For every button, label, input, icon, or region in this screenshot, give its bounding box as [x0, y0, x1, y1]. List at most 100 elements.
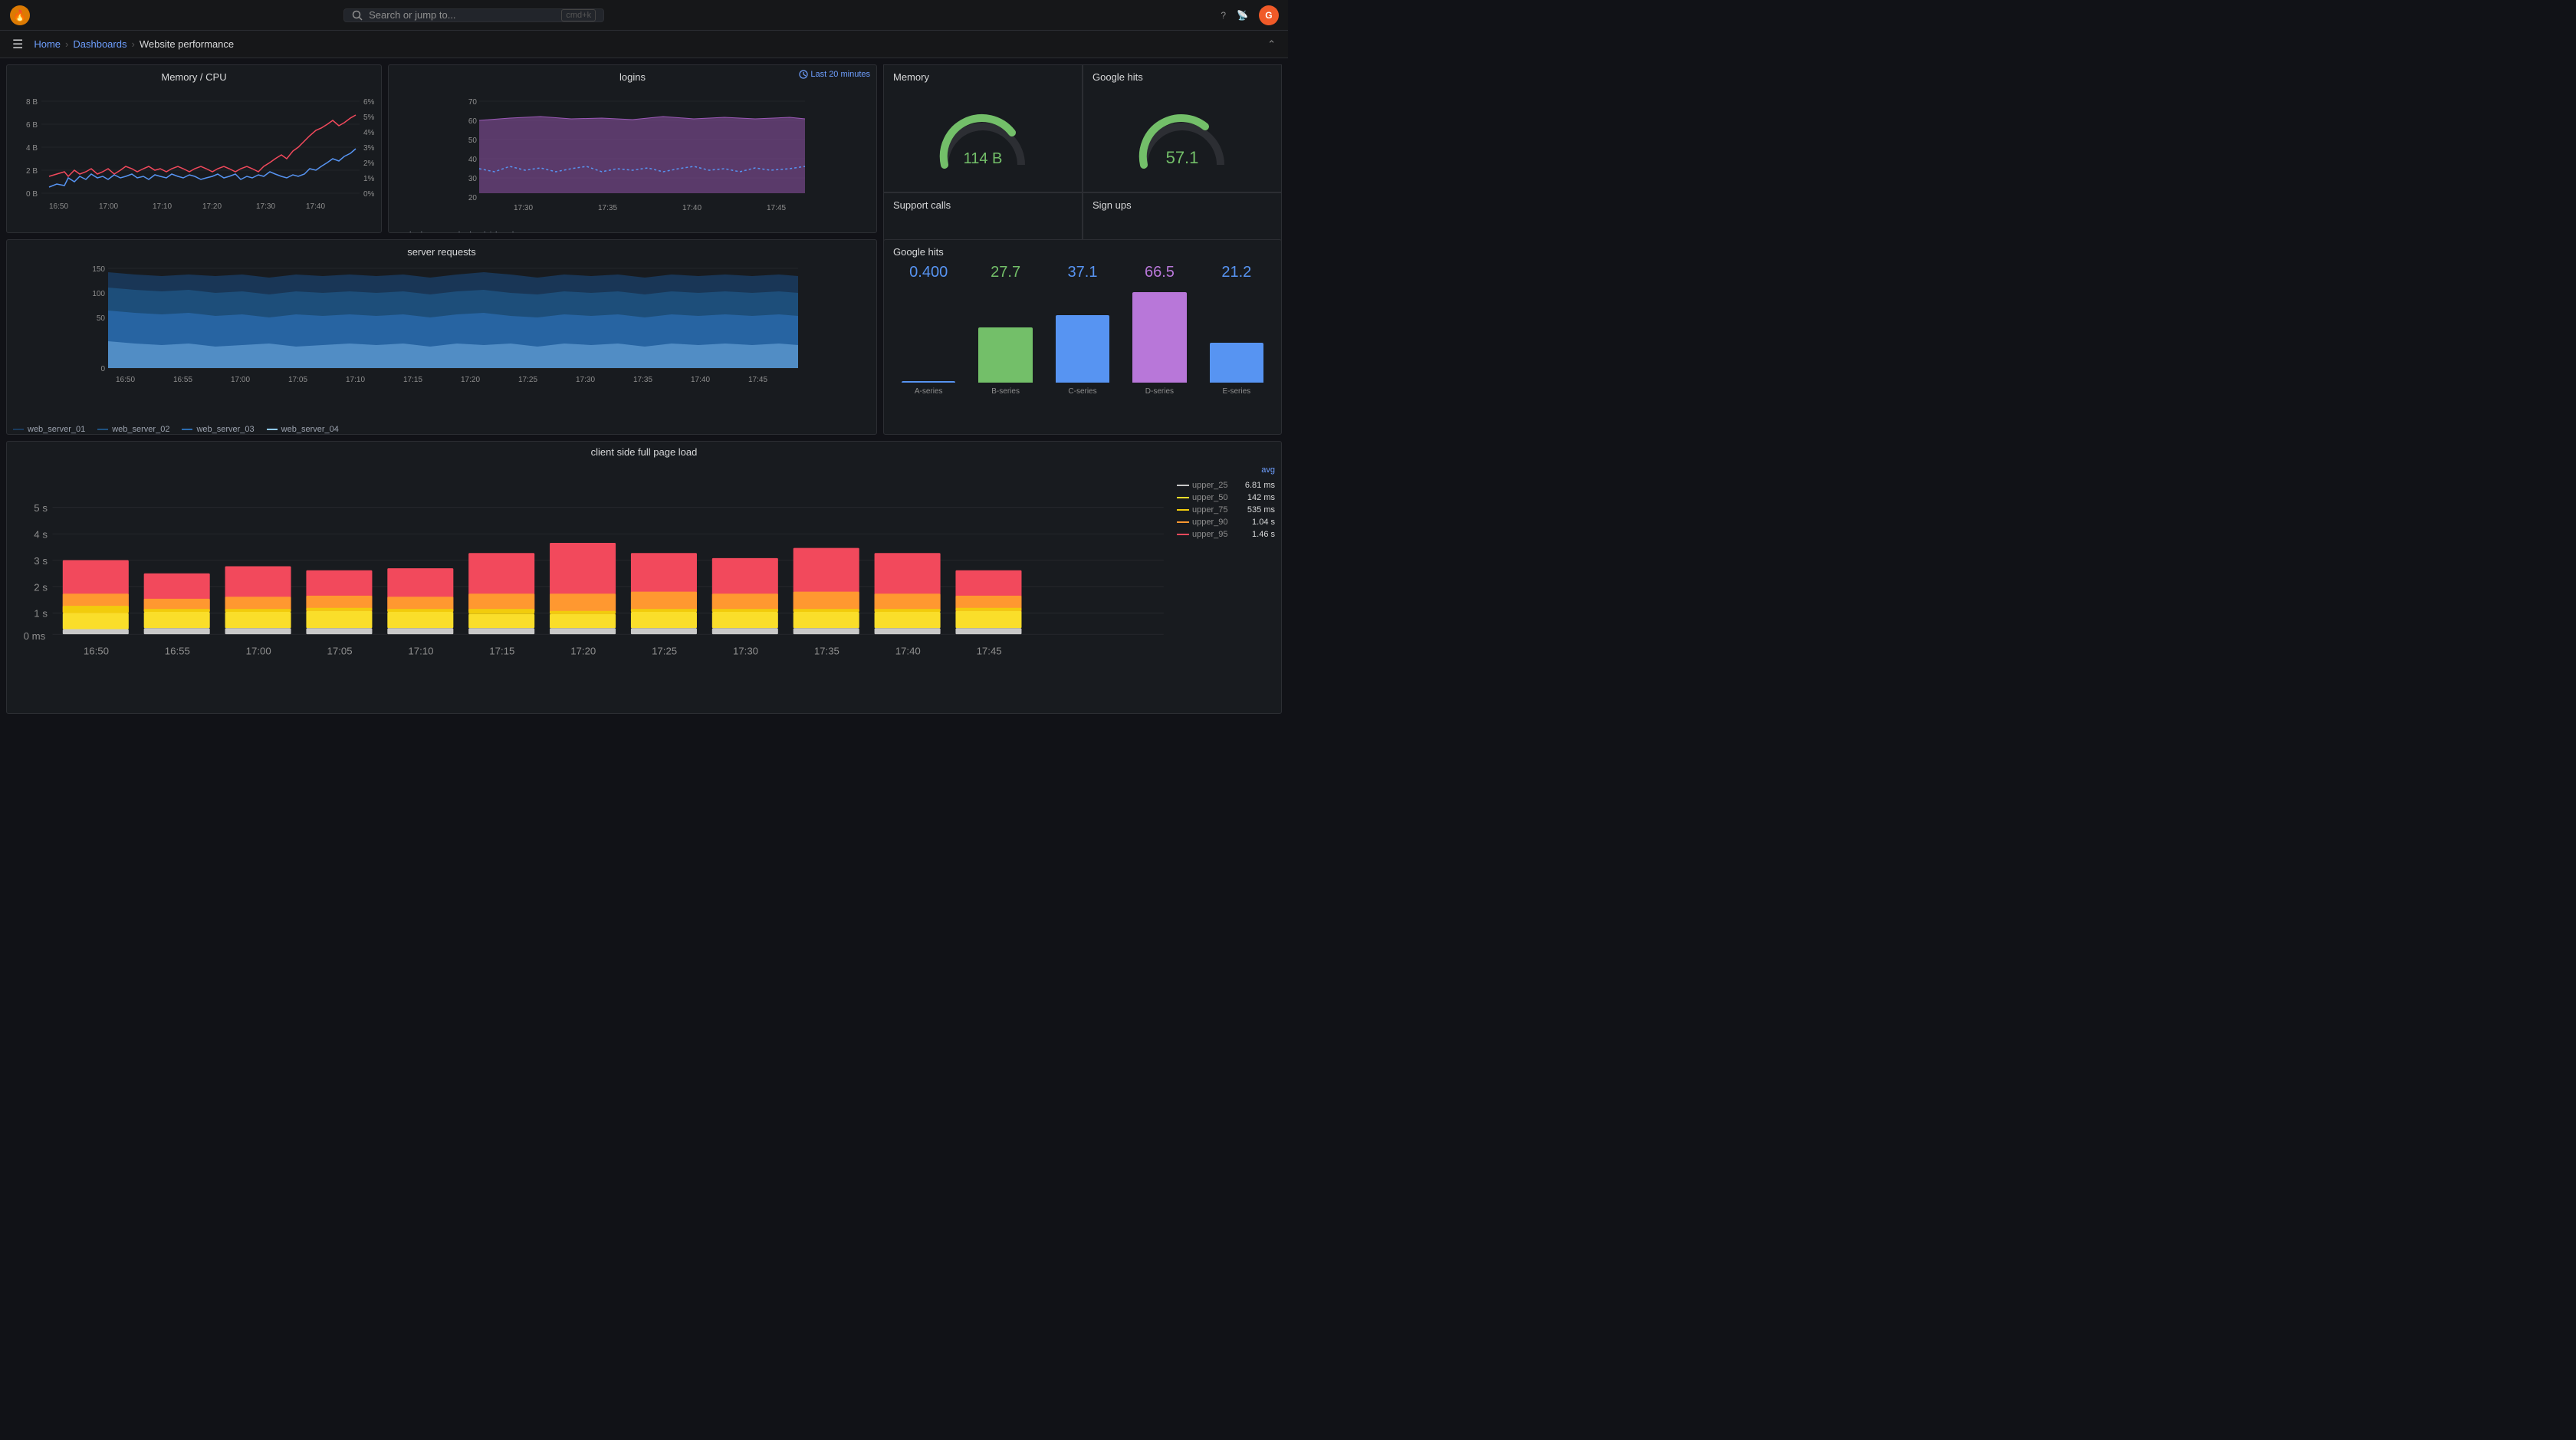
page-load-panel: client side full page load 5 s 4 s 3 s 2…	[6, 441, 1282, 714]
google-hits-bars: A-series B-series C-series D-series E-se…	[884, 284, 1281, 396]
e-series-label: E-series	[1222, 387, 1250, 396]
row-1: Memory / CPU 8 B 6 B 4 B 2 B 0 B 6% 5%	[6, 64, 1282, 233]
svg-text:17:35: 17:35	[814, 646, 840, 657]
google-hits-gauge-title: Google hits	[1083, 65, 1281, 84]
e-series-value: 21.2	[1198, 264, 1275, 281]
breadcrumb-sep-2: ›	[131, 38, 134, 50]
svg-text:50: 50	[468, 136, 478, 145]
menu-icon[interactable]: ☰	[12, 37, 23, 52]
topbar-right: ? 📡 G	[1221, 5, 1279, 25]
svg-text:17:25: 17:25	[652, 646, 677, 657]
svg-text:17:25: 17:25	[518, 376, 537, 384]
a-series-label: A-series	[915, 387, 943, 396]
user-avatar[interactable]: G	[1259, 5, 1279, 25]
svg-text:150: 150	[92, 265, 105, 274]
svg-text:17:10: 17:10	[153, 202, 172, 211]
svg-text:17:00: 17:00	[99, 202, 118, 211]
a-series-value: 0.400	[890, 264, 967, 281]
support-calls-title: Support calls	[884, 193, 1082, 212]
svg-text:2 B: 2 B	[26, 167, 38, 176]
current-page: Website performance	[140, 38, 234, 50]
page-load-chart: 5 s 4 s 3 s 2 s 1 s 0 ms	[7, 459, 1174, 708]
search-placeholder: Search or jump to...	[369, 9, 455, 21]
svg-text:16:55: 16:55	[173, 376, 192, 384]
svg-text:4%: 4%	[363, 129, 375, 137]
svg-text:17:10: 17:10	[346, 376, 365, 384]
svg-text:2%: 2%	[363, 159, 375, 168]
row-3: client side full page load 5 s 4 s 3 s 2…	[6, 441, 1282, 714]
avg-label: avg	[1177, 465, 1275, 475]
memory-title: Memory	[884, 65, 1082, 84]
svg-text:🔥: 🔥	[13, 9, 26, 22]
main-content: Memory / CPU 8 B 6 B 4 B 2 B 0 B 6% 5%	[0, 58, 1288, 720]
svg-text:16:50: 16:50	[116, 376, 135, 384]
legend-upper50: upper_50 142 ms	[1177, 493, 1275, 502]
memory-gauge: 114 B	[929, 92, 1037, 184]
server-requests-legend: web_server_01 web_server_02 web_server_0…	[7, 422, 876, 435]
svg-text:6 B: 6 B	[26, 121, 38, 130]
memory-panel: Memory 114 B	[883, 64, 1083, 192]
help-icon[interactable]: ?	[1221, 10, 1226, 21]
svg-text:5 s: 5 s	[34, 502, 48, 514]
svg-text:0 B: 0 B	[26, 190, 38, 199]
svg-text:40: 40	[468, 156, 478, 164]
svg-text:100: 100	[92, 290, 105, 298]
svg-text:0%: 0%	[363, 190, 375, 199]
svg-text:3 s: 3 s	[34, 555, 48, 567]
legend-upper75: upper_75 535 ms	[1177, 505, 1275, 515]
collapse-icon[interactable]: ⌃	[1267, 38, 1276, 51]
svg-text:17:30: 17:30	[733, 646, 758, 657]
svg-text:16:50: 16:50	[84, 646, 109, 657]
search-bar[interactable]: Search or jump to... cmd+k	[343, 8, 604, 22]
legend-upper95: upper_95 1.46 s	[1177, 530, 1275, 539]
svg-text:17:40: 17:40	[306, 202, 325, 211]
svg-text:17:15: 17:15	[489, 646, 514, 657]
sign-ups-title: Sign ups	[1083, 193, 1281, 212]
svg-text:17:45: 17:45	[748, 376, 767, 384]
svg-text:5%: 5%	[363, 113, 375, 122]
svg-text:17:30: 17:30	[256, 202, 275, 211]
svg-text:17:05: 17:05	[288, 376, 307, 384]
svg-text:0: 0	[100, 365, 105, 373]
svg-text:17:45: 17:45	[977, 646, 1002, 657]
google-hits-bars-panel: Google hits 0.400 27.7 37.1 66.5 21.2	[883, 239, 1282, 435]
breadcrumb: ☰ Home › Dashboards › Website performanc…	[0, 31, 1288, 58]
svg-text:2 s: 2 s	[34, 581, 48, 593]
b-series-bar-col: B-series	[967, 327, 1043, 396]
b-series-value: 27.7	[967, 264, 1043, 281]
c-series-value: 37.1	[1044, 264, 1121, 281]
google-hits-bars-title: Google hits	[884, 240, 1281, 261]
memory-cpu-panel: Memory / CPU 8 B 6 B 4 B 2 B 0 B 6% 5%	[6, 64, 382, 233]
home-link[interactable]: Home	[34, 38, 61, 50]
memory-cpu-title: Memory / CPU	[7, 65, 381, 86]
svg-text:17:35: 17:35	[598, 204, 617, 212]
svg-text:17:40: 17:40	[691, 376, 710, 384]
svg-text:17:30: 17:30	[576, 376, 595, 384]
dashboards-link[interactable]: Dashboards	[73, 38, 127, 50]
svg-text:16:55: 16:55	[165, 646, 190, 657]
svg-text:16:50: 16:50	[49, 202, 68, 211]
svg-text:17:00: 17:00	[246, 646, 271, 657]
svg-text:8 B: 8 B	[26, 98, 38, 107]
search-icon	[352, 10, 363, 21]
memory-cpu-legend: memory cpu	[7, 228, 381, 233]
svg-text:17:30: 17:30	[514, 204, 533, 212]
google-hits-gauge-panel: Google hits 57.1	[1083, 64, 1282, 192]
svg-text:30: 30	[468, 175, 478, 183]
d-series-bar-col: D-series	[1121, 292, 1198, 396]
svg-text:17:20: 17:20	[202, 202, 222, 211]
svg-text:57.1: 57.1	[1166, 148, 1199, 167]
breadcrumb-sep-1: ›	[65, 38, 68, 50]
svg-text:17:45: 17:45	[767, 204, 786, 212]
svg-text:17:10: 17:10	[408, 646, 433, 657]
server-requests-title: server requests	[7, 240, 876, 261]
memory-cpu-chart: 8 B 6 B 4 B 2 B 0 B 6% 5% 4% 3% 2% 1% 0%…	[7, 86, 382, 228]
keyboard-shortcut: cmd+k	[561, 9, 596, 21]
svg-text:17:40: 17:40	[682, 204, 702, 212]
news-icon[interactable]: 📡	[1237, 10, 1248, 21]
server-requests-chart: 150 100 50 0 16:50 16:55 17:00 17:05 17:…	[7, 261, 876, 422]
right-panels-top: Memory 114 B Google hits	[883, 64, 1282, 233]
svg-text:6%: 6%	[363, 98, 375, 107]
svg-text:17:05: 17:05	[327, 646, 353, 657]
logins-legend: logins logins (-1 hour)	[389, 228, 876, 233]
